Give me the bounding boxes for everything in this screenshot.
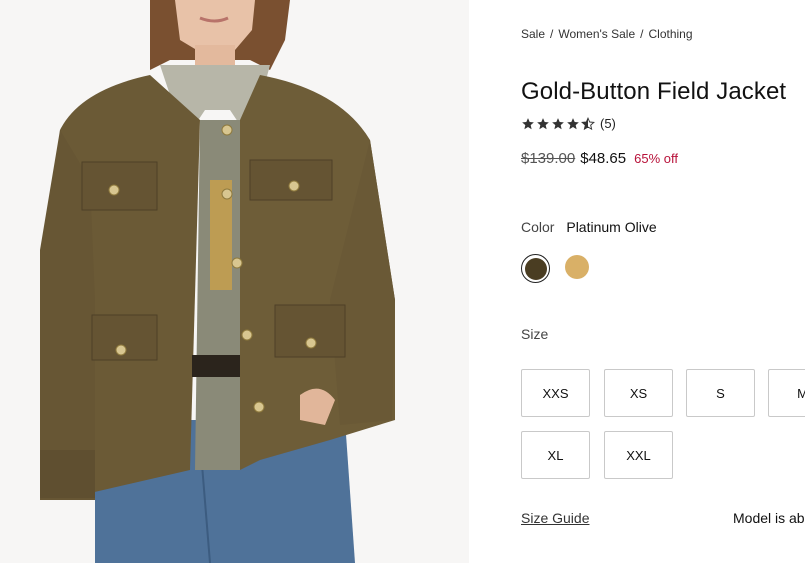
product-details: Sale / Women's Sale / Clothing Gold-Butt… bbox=[521, 0, 805, 563]
star-icon bbox=[552, 117, 564, 129]
price-row: $139.00 $48.65 65% off bbox=[521, 150, 678, 167]
size-label: Size bbox=[521, 326, 549, 342]
breadcrumb-separator: / bbox=[640, 27, 644, 41]
rating-stars bbox=[521, 116, 595, 131]
selected-color-name: Platinum Olive bbox=[566, 219, 657, 235]
breadcrumb-womens-sale[interactable]: Women's Sale bbox=[558, 27, 635, 41]
sale-price: $48.65 bbox=[580, 150, 627, 167]
color-swatches bbox=[521, 254, 590, 283]
discount-badge: 65% off bbox=[634, 151, 678, 166]
review-count[interactable]: (5) bbox=[600, 116, 616, 131]
size-option-s[interactable]: S bbox=[686, 369, 755, 417]
size-option-xl[interactable]: XL bbox=[521, 431, 590, 479]
size-guide-link[interactable]: Size Guide bbox=[521, 510, 589, 526]
breadcrumb: Sale / Women's Sale / Clothing bbox=[521, 27, 693, 41]
product-rating[interactable]: (5) bbox=[521, 116, 616, 131]
star-icon bbox=[522, 117, 534, 129]
model-info-text: Model is ab bbox=[733, 510, 805, 526]
size-option-xxs[interactable]: XXS bbox=[521, 369, 590, 417]
half-star-icon bbox=[581, 116, 595, 130]
breadcrumb-clothing[interactable]: Clothing bbox=[649, 27, 693, 41]
product-image[interactable] bbox=[0, 0, 469, 563]
size-option-xxl[interactable]: XXL bbox=[604, 431, 673, 479]
color-label: Color bbox=[521, 219, 555, 235]
jacket-photo bbox=[0, 0, 469, 563]
breadcrumb-sale[interactable]: Sale bbox=[521, 27, 545, 41]
size-option-xs[interactable]: XS bbox=[604, 369, 673, 417]
breadcrumb-separator: / bbox=[550, 27, 554, 41]
star-icon bbox=[537, 117, 549, 129]
swatch-chip bbox=[565, 255, 589, 279]
size-option-m[interactable]: M bbox=[768, 369, 805, 417]
swatch-chip bbox=[524, 257, 547, 280]
original-price: $139.00 bbox=[521, 150, 576, 167]
color-selector-label: Color Platinum Olive bbox=[521, 219, 657, 235]
color-swatch-tan[interactable] bbox=[564, 254, 590, 280]
star-icon bbox=[567, 117, 579, 129]
product-title: Gold-Button Field Jacket bbox=[521, 78, 787, 105]
color-swatch-platinum-olive[interactable] bbox=[521, 254, 550, 283]
